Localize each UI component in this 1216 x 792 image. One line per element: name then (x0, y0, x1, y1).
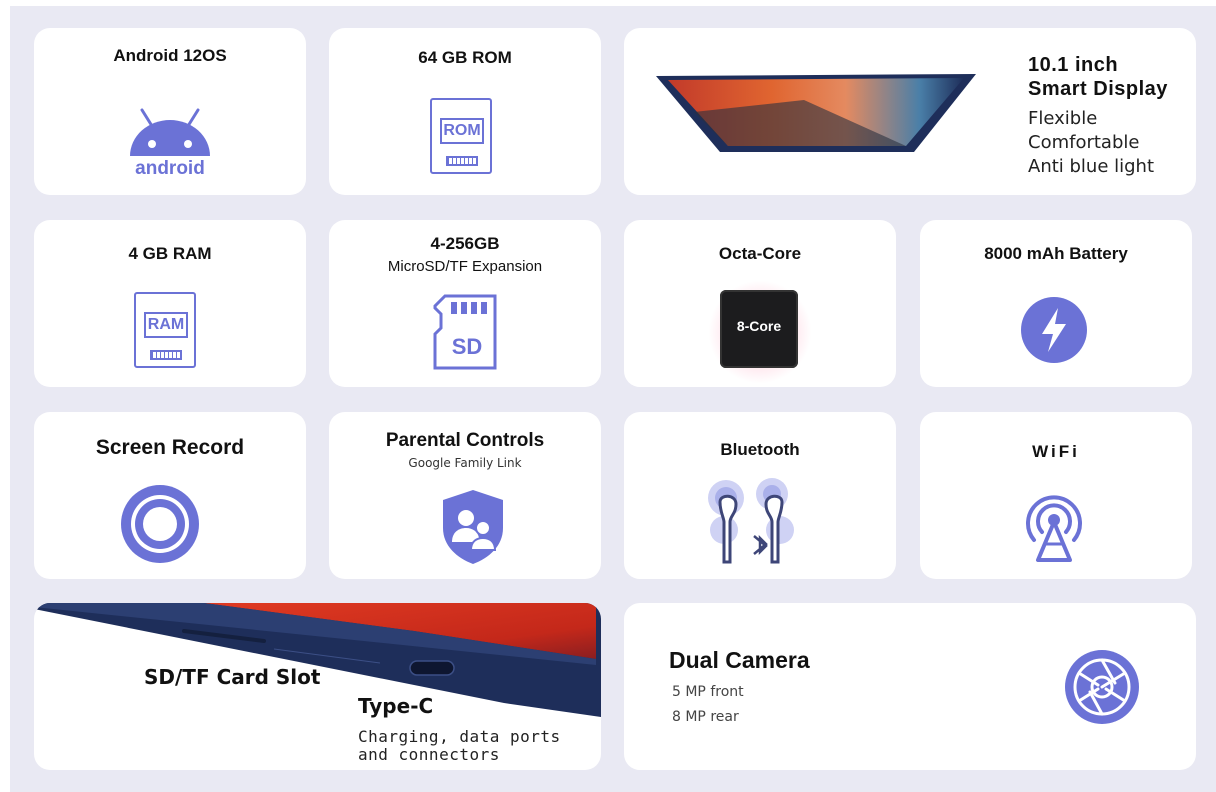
display-feature-2: Comfortable (1028, 132, 1140, 153)
rom-title: 64 GB ROM (418, 48, 512, 67)
parental-subtitle: Google Family Link (408, 456, 522, 470)
display-title-line1: 10.1 inch (1028, 54, 1119, 76)
android-title: Android 12OS (113, 46, 227, 65)
android-card: Android 12OS android (34, 28, 306, 195)
earbuds-bluetooth-icon (706, 478, 802, 570)
cpu-card: Octa-Core 8-Core (624, 220, 896, 387)
parental-card: Parental Controls Google Family Link (329, 412, 601, 579)
sd-title: 4-256GB (430, 234, 500, 253)
camera-title: Dual Camera (669, 647, 810, 673)
tablet-display-image (654, 70, 980, 154)
ports-card: SD/TF Card Slot Type-C Charging, data po… (34, 603, 601, 770)
rom-chip-label: ROM (443, 122, 481, 139)
tablet-edge-image (34, 603, 601, 717)
wifi-antenna-icon (1020, 488, 1088, 564)
camera-card: Dual Camera 5 MP front 8 MP rear (624, 603, 1196, 770)
display-feature-3: Anti blue light (1028, 156, 1155, 177)
rom-chip-pins (446, 156, 478, 166)
family-shield-icon (441, 488, 505, 566)
record-title: Screen Record (95, 436, 245, 459)
cpu-chip-icon: 8-Core (720, 290, 798, 368)
parental-title: Parental Controls (385, 430, 545, 451)
ram-chip-label-box: RAM (144, 312, 188, 338)
type-c-desc-line2: and connectors (358, 745, 500, 764)
type-c-title: Type-C (358, 694, 434, 718)
record-card: Screen Record (34, 412, 306, 579)
cpu-chip-label: 8-Core (736, 318, 782, 334)
bluetooth-card: Bluetooth (624, 412, 896, 579)
sd-card-label: SD (451, 334, 483, 359)
android-logo-text: android (135, 158, 205, 179)
ram-chip-label: RAM (147, 316, 185, 333)
camera-aperture-icon (1064, 649, 1140, 725)
record-icon (120, 484, 200, 564)
battery-card: 8000 mAh Battery (920, 220, 1192, 387)
lightning-icon (1020, 296, 1088, 364)
ram-title: 4 GB RAM (128, 244, 212, 263)
ram-chip-icon: RAM (134, 292, 196, 368)
camera-front: 5 MP front (672, 684, 744, 700)
sd-card-icon: SD (433, 294, 497, 370)
display-feature-1: Flexible (1028, 108, 1098, 129)
rom-card: 64 GB ROM ROM (329, 28, 601, 195)
type-c-desc-line1: Charging, data ports (358, 727, 561, 746)
battery-title: 8000 mAh Battery (984, 244, 1128, 263)
sd-subtitle: MicroSD/TF Expansion (387, 258, 543, 275)
card-slot-label: SD/TF Card Slot (144, 665, 321, 689)
display-title-line2: Smart Display (1028, 78, 1168, 100)
cpu-title: Octa-Core (718, 244, 802, 263)
ram-card: 4 GB RAM RAM (34, 220, 306, 387)
rom-chip-label-box: ROM (440, 118, 484, 144)
sd-card: 4-256GB MicroSD/TF Expansion SD (329, 220, 601, 387)
bluetooth-title: Bluetooth (720, 440, 800, 459)
wifi-card: WiFi (920, 412, 1192, 579)
ram-chip-pins (150, 350, 182, 360)
wifi-title: WiFi (1032, 442, 1080, 461)
rom-chip-icon: ROM (430, 98, 492, 174)
camera-rear: 8 MP rear (672, 709, 739, 725)
display-card: 10.1 inch Smart Display Flexible Comfort… (624, 28, 1196, 195)
